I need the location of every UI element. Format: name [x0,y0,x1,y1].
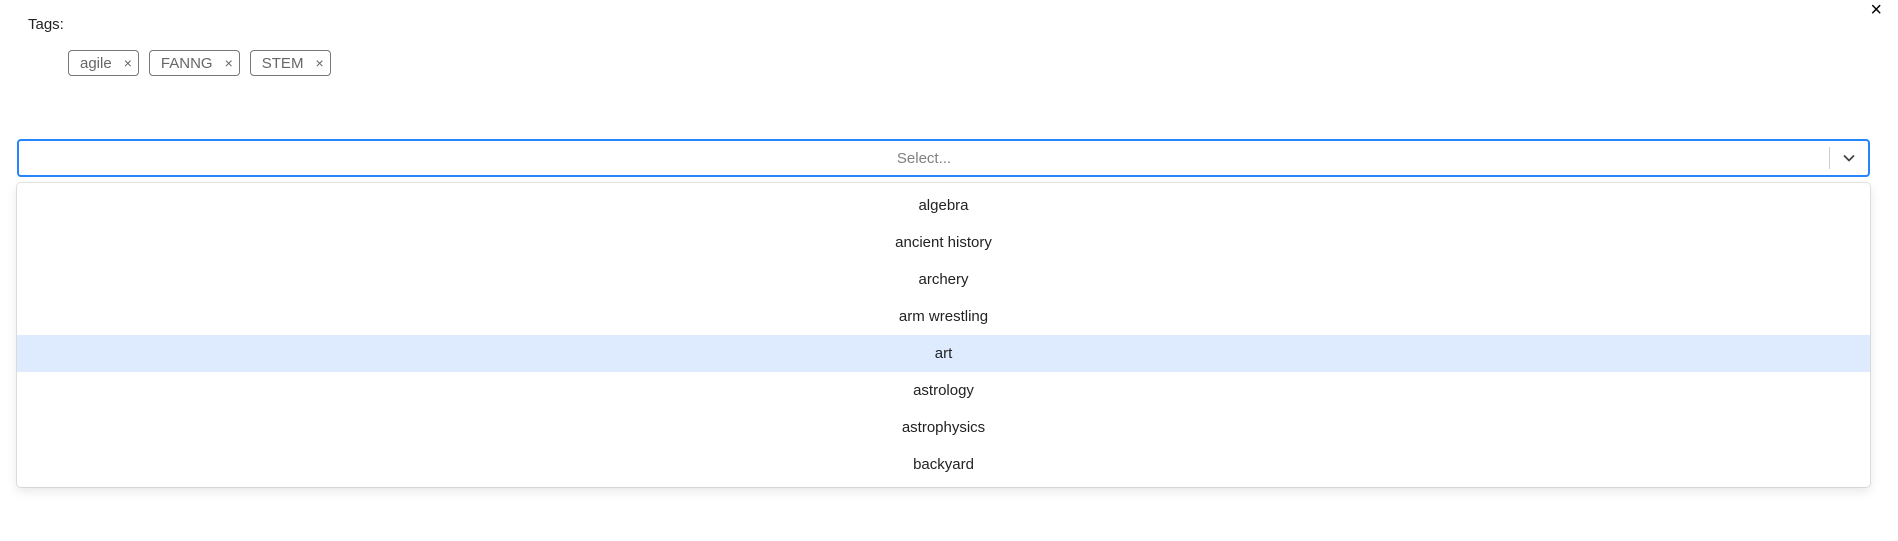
remove-tag-icon[interactable]: × [225,56,233,70]
tag-chip-label: STEM [261,54,304,72]
tag-chip-stem: STEM × [249,50,331,76]
selected-tags: agile × FANNG × STEM × [68,50,331,76]
menu-option-arm-wrestling[interactable]: arm wrestling [17,298,1870,335]
remove-tag-icon[interactable]: × [124,56,132,70]
dropdown-menu: algebra ancient history archery arm wres… [17,183,1870,487]
menu-option-backyard[interactable]: backyard [17,446,1870,483]
tag-chip-label: FANNG [160,54,213,72]
chevron-down-icon[interactable] [1830,141,1868,175]
tag-editor-page: × Tags: agile × FANNG × STEM × Select...… [0,0,1898,541]
menu-option-algebra[interactable]: algebra [17,187,1870,224]
menu-option-astrology[interactable]: astrology [17,372,1870,409]
close-icon[interactable]: × [1870,0,1882,20]
select-placeholder: Select... [896,149,952,167]
tag-chip-fanng: FANNG × [148,50,240,76]
menu-option-ancient-history[interactable]: ancient history [17,224,1870,261]
remove-tag-icon[interactable]: × [315,56,323,70]
tag-chip-agile: agile × [68,50,139,76]
tag-select-input[interactable]: Select... [17,139,1870,177]
tag-chip-label: agile [80,54,112,72]
tags-label: Tags: [28,16,64,33]
menu-option-art[interactable]: art [17,335,1870,372]
menu-option-astrophysics[interactable]: astrophysics [17,409,1870,446]
menu-option-archery[interactable]: archery [17,261,1870,298]
